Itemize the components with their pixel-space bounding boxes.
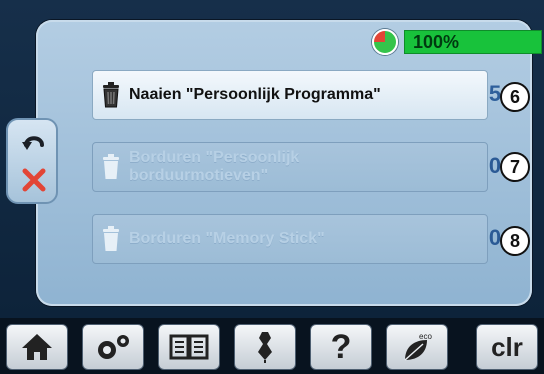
list-item-label: Borduren "Memory Stick"	[129, 230, 325, 247]
settings-gears-icon	[98, 335, 129, 359]
help-icon: ?	[330, 327, 352, 366]
book-icon	[169, 334, 209, 360]
manual-button[interactable]	[158, 324, 220, 370]
trash-icon	[103, 226, 119, 251]
list-item-borduren-persoonlijk[interactable]: Borduren "Persoonlijk borduurmotieven" 0	[92, 142, 501, 192]
trash-icon	[103, 82, 119, 108]
list-item-naaien[interactable]: Naaien "Persoonlijk Programma" 5	[92, 70, 501, 120]
sewing-consultant-button[interactable]	[234, 324, 296, 370]
callout-badge: 8	[500, 226, 530, 256]
eco-button[interactable]: eco	[386, 324, 448, 370]
callout-badge: 7	[500, 152, 530, 182]
back-cancel-tab[interactable]	[6, 118, 58, 204]
trash-icon	[103, 154, 119, 179]
undo-arrow-icon[interactable]	[20, 130, 48, 158]
clear-button[interactable]: clr	[476, 324, 538, 370]
callout-badge: 6	[500, 82, 530, 112]
clear-label: clr	[491, 331, 523, 362]
list-item-borduren-memory-stick[interactable]: Borduren "Memory Stick" 0	[92, 214, 501, 264]
list-item-label-line2: borduurmotieven"	[129, 167, 269, 184]
eco-icon: eco	[404, 332, 432, 361]
list-item-label: Naaien "Persoonlijk Programma"	[129, 86, 381, 103]
close-x-icon[interactable]	[20, 166, 48, 194]
help-button[interactable]: ?	[310, 324, 372, 370]
status-indicator: 100%	[372, 28, 542, 56]
battery-percent-label: 100%	[413, 31, 460, 52]
list-item-label-line1: Borduren "Persoonlijk	[129, 149, 300, 166]
home-button[interactable]	[6, 324, 68, 370]
pie-chart-icon	[372, 29, 398, 55]
home-icon	[22, 334, 52, 360]
battery-bar: 100%	[404, 30, 542, 54]
screen: 100% Naaien "Persoonlijk Programma" 5 6	[0, 0, 544, 318]
eco-label: eco	[419, 332, 432, 341]
dress-form-icon	[258, 332, 272, 363]
settings-button[interactable]	[82, 324, 144, 370]
bottom-toolbar: ? eco clr	[0, 318, 544, 374]
